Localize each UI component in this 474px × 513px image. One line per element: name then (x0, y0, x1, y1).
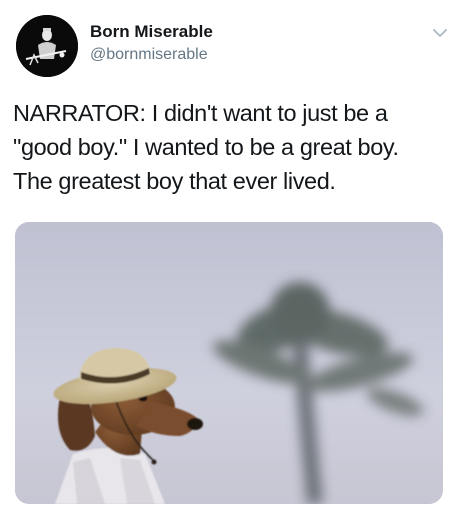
chevron-down-icon[interactable] (432, 26, 448, 38)
avatar[interactable] (16, 15, 78, 77)
tweet-media-image[interactable] (15, 222, 443, 504)
display-name[interactable]: Born Miserable (90, 22, 213, 42)
tweet-text-line: The greatest boy that ever lived. (13, 168, 336, 194)
tweet-text-line: NARRATOR: I didn't want to just be a (13, 100, 388, 126)
tweet: Born Miserable @bornmiserable NARRATOR: … (0, 0, 474, 513)
tweet-text: NARRATOR: I didn't want to just be a "go… (13, 96, 453, 198)
avatar-icon (16, 15, 78, 77)
user-handle[interactable]: @bornmiserable (90, 45, 208, 65)
tweet-text-line: "good boy." I wanted to be a great boy. (13, 134, 399, 160)
